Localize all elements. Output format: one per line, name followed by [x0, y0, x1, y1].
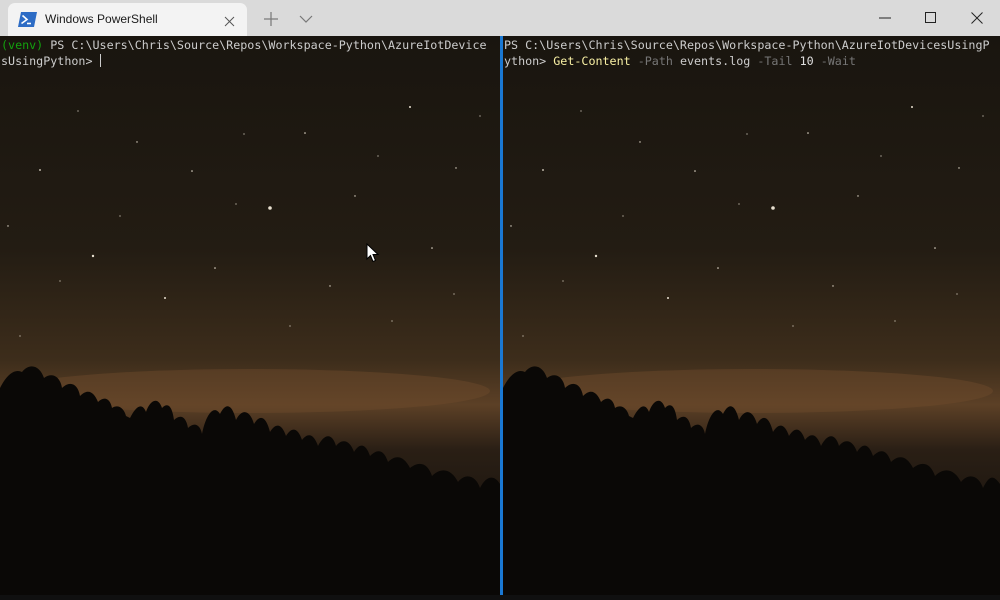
- text-cursor: [99, 54, 101, 67]
- profile-dropdown-button[interactable]: [297, 11, 315, 25]
- command-name: Get-Content: [553, 54, 631, 68]
- powershell-icon: [18, 11, 37, 28]
- terminal-pane-right[interactable]: PS C:\Users\Chris\Source\Repos\Workspace…: [503, 36, 1000, 595]
- parameter-tail: -Tail: [750, 54, 793, 68]
- terminal-output-left[interactable]: (venv) PS C:\Users\Chris\Source\Repos\Wo…: [1, 37, 497, 69]
- close-icon: [971, 12, 983, 24]
- prompt-path-line1: PS C:\Users\Chris\Source\Repos\Workspace…: [43, 38, 487, 52]
- title-bar: Windows PowerShell: [0, 0, 1000, 36]
- venv-indicator: (venv): [1, 38, 44, 52]
- argument-tail: 10: [792, 54, 814, 68]
- maximize-icon: [925, 12, 936, 23]
- terminal-output-right[interactable]: PS C:\Users\Chris\Source\Repos\Workspace…: [504, 37, 1000, 69]
- tab-title: Windows PowerShell: [45, 12, 158, 26]
- terminal-pane-left[interactable]: (venv) PS C:\Users\Chris\Source\Repos\Wo…: [0, 36, 500, 595]
- close-icon[interactable]: [223, 13, 236, 27]
- night-sky-background: [503, 36, 1000, 595]
- parameter-wait: -Wait: [813, 54, 856, 68]
- argument-path: events.log: [672, 54, 751, 68]
- parameter-path: -Path: [630, 54, 673, 68]
- maximize-button[interactable]: [908, 0, 954, 36]
- prompt-path-line2: ython>: [504, 54, 554, 68]
- plus-icon: [264, 12, 278, 26]
- new-tab-button[interactable]: [262, 10, 280, 28]
- chevron-down-icon: [299, 15, 313, 23]
- window-bottom-edge: [0, 595, 1000, 600]
- prompt-path-line1: PS C:\Users\Chris\Source\Repos\Workspace…: [504, 38, 990, 52]
- mouse-pointer-icon: [366, 243, 379, 263]
- prompt-path-line2: sUsingPython>: [1, 54, 100, 68]
- minimize-button[interactable]: [862, 0, 908, 36]
- minimize-icon: [879, 17, 891, 19]
- close-window-button[interactable]: [954, 0, 1000, 36]
- tab-windows-powershell[interactable]: Windows PowerShell: [8, 3, 247, 36]
- night-sky-background: [0, 36, 500, 595]
